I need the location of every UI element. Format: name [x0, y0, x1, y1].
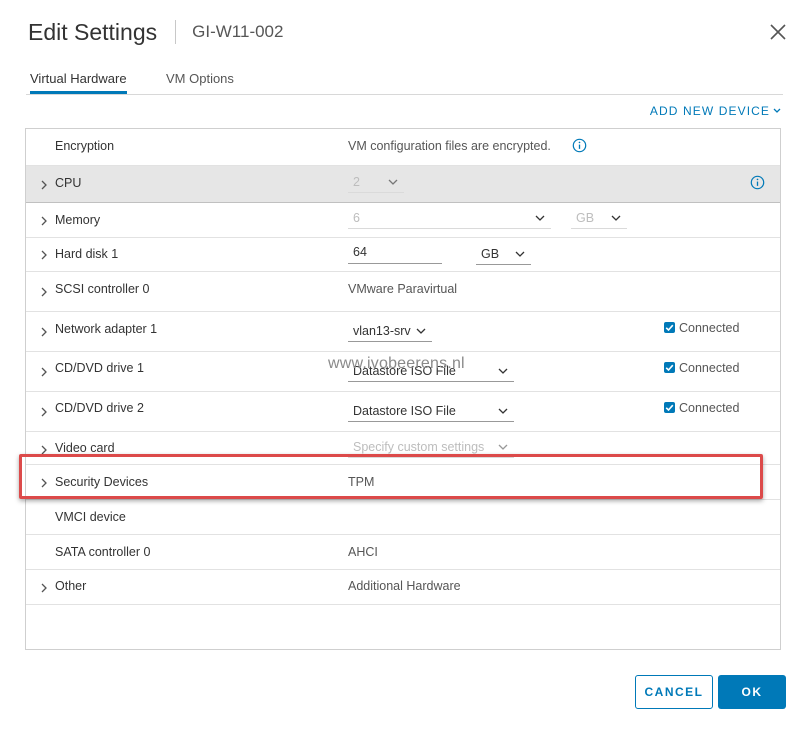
chevron-right-icon[interactable]: [40, 407, 48, 417]
vmci-label: VMCI device: [55, 510, 126, 524]
chevron-down-icon: [611, 215, 621, 221]
memory-input[interactable]: 6: [348, 209, 551, 229]
network-label: Network adapter 1: [55, 322, 158, 336]
memory-label: Memory: [55, 213, 101, 227]
other-label: Other: [55, 579, 87, 593]
info-icon[interactable]: [750, 175, 765, 190]
connected-checkbox[interactable]: [664, 402, 675, 413]
chevron-right-icon[interactable]: [40, 327, 48, 337]
chevron-right-icon[interactable]: [40, 287, 48, 297]
highlight-box: [19, 454, 763, 499]
ok-button[interactable]: OK: [718, 675, 786, 709]
chevron-right-icon[interactable]: [40, 583, 48, 593]
row-other[interactable]: Other Additional Hardware: [26, 570, 780, 605]
vm-name: GI-W11-002: [192, 22, 284, 41]
tab-virtual-hardware[interactable]: Virtual Hardware: [30, 70, 127, 94]
chevron-down-icon: [498, 368, 508, 374]
info-icon[interactable]: [572, 138, 587, 153]
watermark-text: www.ivobeerens.nl: [328, 355, 465, 372]
tab-bar: Virtual Hardware VM Options: [26, 68, 783, 95]
row-cpu[interactable]: CPU 2: [26, 166, 780, 203]
connected-label: Connected: [679, 361, 740, 375]
cd1-label: CD/DVD drive 1: [55, 361, 144, 375]
chevron-down-icon: [773, 108, 781, 113]
row-memory[interactable]: Memory 6 GB: [26, 203, 780, 238]
title-divider: [175, 20, 177, 44]
chevron-down-icon: [416, 328, 426, 334]
hard-disk-label: Hard disk 1: [55, 247, 119, 261]
add-new-device-label: ADD NEW DEVICE: [649, 104, 770, 118]
chevron-down-icon: [388, 179, 398, 185]
cd2-label: CD/DVD drive 2: [55, 401, 144, 415]
hardware-list: Encryption VM configuration files are en…: [25, 128, 781, 650]
cd2-select[interactable]: Datastore ISO File: [348, 402, 514, 422]
chevron-down-icon: [498, 444, 508, 450]
connected-label: Connected: [679, 321, 740, 335]
hard-disk-size-input[interactable]: 64: [348, 244, 442, 264]
row-encryption: Encryption VM configuration files are en…: [26, 129, 780, 166]
chevron-right-icon[interactable]: [40, 216, 48, 226]
memory-unit-select[interactable]: GB: [571, 209, 627, 229]
video-card-label: Video card: [55, 441, 115, 455]
row-vmci-device: VMCI device: [26, 500, 780, 535]
add-new-device-button[interactable]: ADD NEW DEVICE: [650, 104, 781, 118]
sata-value: AHCI: [348, 545, 378, 559]
chevron-right-icon[interactable]: [40, 367, 48, 377]
chevron-down-icon: [498, 408, 508, 414]
encryption-value: VM configuration files are encrypted.: [348, 139, 551, 153]
row-cd-dvd-drive-2[interactable]: CD/DVD drive 2 Datastore ISO File Connec…: [26, 392, 780, 432]
hard-disk-unit-select[interactable]: GB: [476, 245, 531, 265]
tab-vm-options[interactable]: VM Options: [166, 70, 234, 94]
scsi-label: SCSI controller 0: [55, 282, 150, 296]
dialog-header: Edit Settings GI-W11-002: [28, 16, 283, 48]
row-scsi-controller-0[interactable]: SCSI controller 0 VMware Paravirtual: [26, 272, 780, 312]
encryption-label: Encryption: [55, 139, 115, 153]
network-select[interactable]: vlan13-srv: [348, 322, 432, 342]
cpu-label: CPU: [55, 176, 82, 190]
connected-checkbox[interactable]: [664, 362, 675, 373]
row-network-adapter-1[interactable]: Network adapter 1 vlan13-srv Connected: [26, 312, 780, 352]
sata-label: SATA controller 0: [55, 545, 151, 559]
connected-checkbox[interactable]: [664, 322, 675, 333]
chevron-right-icon[interactable]: [40, 180, 48, 190]
cpu-select[interactable]: 2: [348, 173, 404, 193]
scsi-value: VMware Paravirtual: [348, 282, 458, 296]
row-sata-controller-0: SATA controller 0 AHCI: [26, 535, 780, 570]
other-value: Additional Hardware: [348, 579, 461, 593]
row-hard-disk-1[interactable]: Hard disk 1 64 GB: [26, 238, 780, 272]
chevron-down-icon: [515, 251, 525, 257]
cancel-button[interactable]: CANCEL: [635, 675, 713, 709]
connected-label: Connected: [679, 401, 740, 415]
dialog-title: Edit Settings: [28, 18, 158, 45]
close-icon[interactable]: [768, 22, 788, 42]
chevron-down-icon: [535, 215, 545, 221]
chevron-right-icon[interactable]: [40, 250, 48, 260]
